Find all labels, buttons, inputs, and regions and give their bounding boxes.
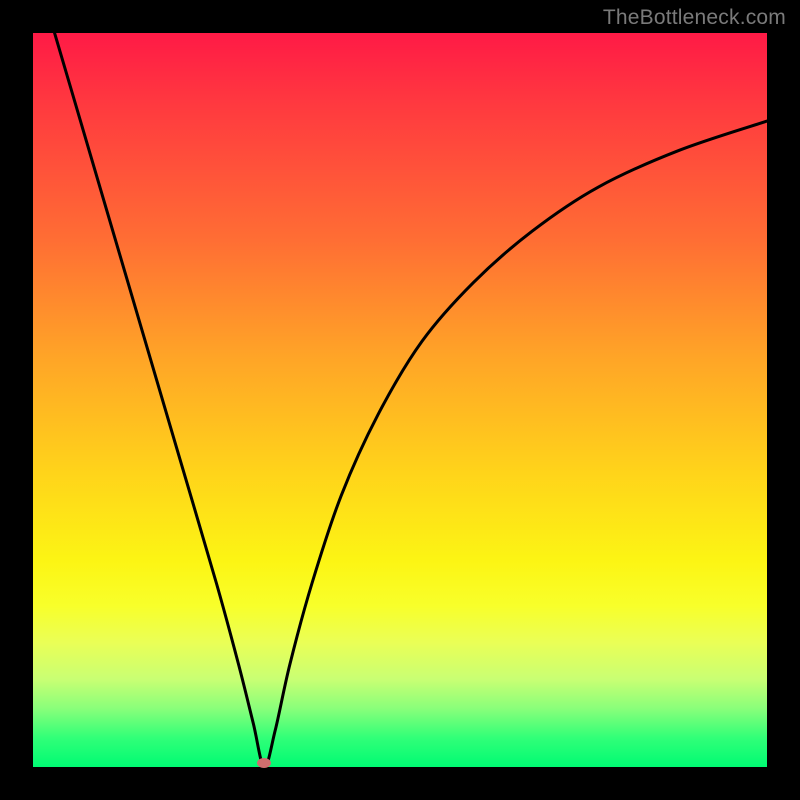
chart-frame: TheBottleneck.com xyxy=(0,0,800,800)
plot-area xyxy=(33,33,767,767)
bottleneck-curve xyxy=(33,33,767,767)
minimum-point-marker xyxy=(257,758,271,768)
curve-svg xyxy=(33,33,767,767)
watermark-label: TheBottleneck.com xyxy=(603,6,786,30)
